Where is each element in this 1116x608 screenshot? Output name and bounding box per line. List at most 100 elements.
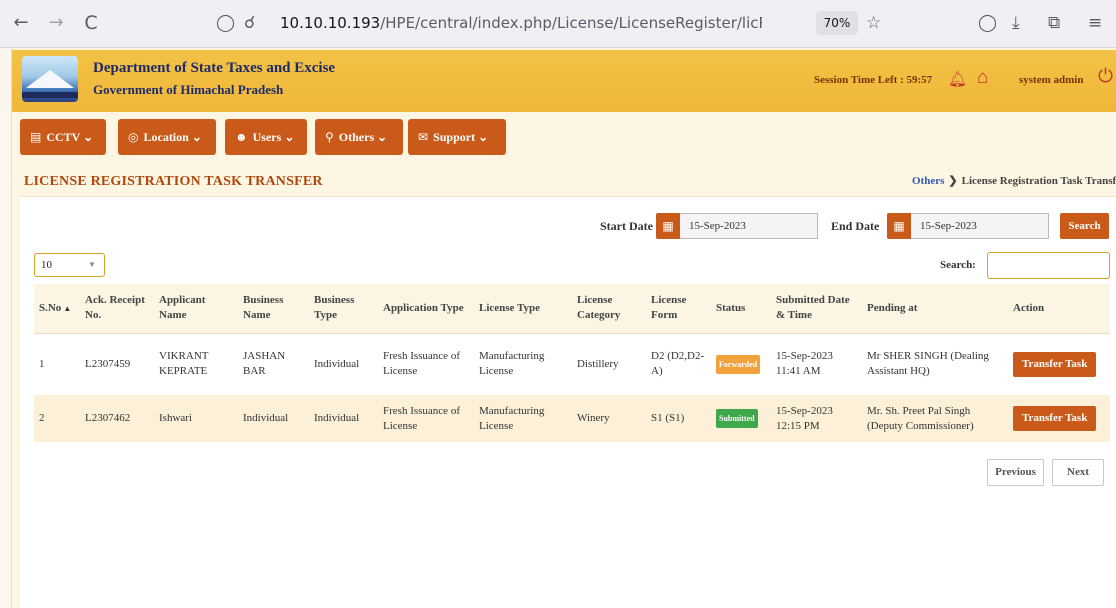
cell-action: Transfer Task [1008,333,1110,395]
table-row: 1 L2307459 VIKRANT KEPRATE JASHAN BAR In… [34,333,1110,395]
next-page-button[interactable]: Next [1052,459,1104,486]
cell-ack: L2307459 [80,333,154,395]
cell-license-category: Distillery [572,333,646,395]
table-search-label: Search: [940,259,976,271]
cell-status: Forwarded [711,333,771,395]
url-text[interactable]: 10.10.10.193/HPE/central/index.php/Licen… [280,14,762,32]
end-calendar-icon[interactable]: ▦ [887,213,911,239]
previous-page-button[interactable]: Previous [987,459,1044,486]
chevron-down-icon: ⌄ [83,130,94,144]
cctv-icon: ▤ [30,130,42,144]
col-status[interactable]: Status [711,284,771,334]
table-search-input[interactable] [987,252,1110,279]
cell-business-name: Individual [238,395,309,442]
address-bar[interactable]: ◯ ☌ 10.10.10.193/HPE/central/index.php/L… [206,8,858,40]
forward-arrow-icon[interactable]: → [45,12,67,34]
cell-pending-at: Mr SHER SINGH (Dealing Assistant HQ) [862,333,1008,395]
end-date-input[interactable]: 15-Sep-2023 [911,213,1049,239]
col-action: Action [1008,284,1110,334]
cell-status: Submitted [711,395,771,442]
extensions-icon[interactable]: ⧉ [1048,12,1060,34]
search-icon: ⚲ [325,130,334,144]
chevron-down-icon: ⌄ [191,130,202,144]
shield-icon[interactable]: ◯ [216,12,235,34]
app-header: Department of State Taxes and Excise Gov… [12,50,1116,112]
breadcrumb-separator-icon: ❯ [948,175,958,187]
menu-label: CCTV [46,130,81,144]
transfer-task-button[interactable]: Transfer Task [1013,406,1097,431]
task-table: S.No ▲ Ack. Receipt No. Applicant Name Bu… [34,284,1110,442]
page-length-value: 10 [41,259,52,271]
start-date-label: Start Date [600,219,653,233]
sort-asc-icon[interactable]: ▲ [63,304,71,313]
bookmark-star-icon[interactable]: ☆ [866,12,881,34]
main-menu: ▤ CCTV ⌄ ◎ Location ⌄ ☻ Users ⌄ ⚲ Others ⌄ ✉… [12,112,1116,162]
department-subtitle: Government of Himachal Pradesh [93,82,284,97]
breadcrumb-current: License Registration Task Transf [961,175,1116,187]
back-arrow-icon[interactable]: ← [10,12,32,34]
col-pending-at[interactable]: Pending at [862,284,1008,334]
col-submitted[interactable]: Submitted Date & Time [771,284,862,334]
caret-down-icon: ▼ [88,260,96,269]
end-date-label: End Date [831,219,880,233]
col-license-category[interactable]: License Category [572,284,646,334]
column-header: S.No [39,301,62,314]
menu-support[interactable]: ✉ Support ⌄ [408,119,506,155]
cell-ack: L2307462 [80,395,154,442]
col-business-type[interactable]: Business Type [309,284,378,334]
menu-label: Others [338,130,375,144]
cell-action: Transfer Task [1008,395,1110,442]
col-sno[interactable]: S.No ▲ [34,284,80,334]
power-icon[interactable]: ⏻ [1098,66,1113,88]
page-length-select[interactable]: 10 ▼ [34,253,105,277]
cell-application-type: Fresh Issuance of License [378,333,474,395]
bell-icon[interactable]: 🔔︎ [948,70,967,89]
user-name[interactable]: system admin [1019,74,1083,86]
menu-hamburger-icon[interactable]: ≡ [1088,12,1102,34]
cell-business-type: Individual [309,395,378,442]
cell-application-type: Fresh Issuance of License [378,395,474,442]
start-date-input[interactable]: 15-Sep-2023 [680,213,818,239]
col-ack[interactable]: Ack. Receipt No. [80,284,154,334]
col-application-type[interactable]: Application Type [378,284,474,334]
cell-sno: 1 [34,333,80,395]
cell-license-form: S1 (S1) [646,395,711,442]
status-badge: Submitted [716,409,758,428]
location-icon: ◎ [128,130,139,144]
support-icon: ✉ [418,130,429,144]
browser-toolbar: ← → C ◯ ☌ 10.10.10.193/HPE/central/index… [0,0,1116,48]
status-badge: Forwarded [716,354,761,374]
page-title: LICENSE REGISTRATION TASK TRANSFER [24,174,323,189]
cell-license-type: Manufacturing License [474,333,572,395]
col-business-name[interactable]: Business Name [238,284,309,334]
menu-users[interactable]: ☻ Users ⌄ [225,119,307,155]
transfer-task-button[interactable]: Transfer Task [1013,351,1097,377]
search-button[interactable]: Search [1060,213,1109,239]
home-icon[interactable]: ⌂ [977,67,988,89]
menu-cctv[interactable]: ▤ CCTV ⌄ [20,119,106,155]
insecure-lock-icon[interactable]: ☌ [244,12,255,34]
menu-others[interactable]: ⚲ Others ⌄ [315,119,403,155]
breadcrumb: Others ❯ License Registration Task Transf [912,174,1116,187]
zoom-level[interactable]: 70% [816,11,858,35]
col-license-type[interactable]: License Type [474,284,572,334]
cell-submitted: 15-Sep-2023 11:41 AM [771,333,862,395]
pocket-icon[interactable]: ◯ [978,12,997,34]
menu-label: Users [252,130,282,144]
start-calendar-icon[interactable]: ▦ [656,213,680,239]
reload-icon[interactable]: C [80,12,102,34]
col-license-form[interactable]: License Form [646,284,711,334]
breadcrumb-others-link[interactable]: Others [912,175,944,187]
col-applicant[interactable]: Applicant Name [154,284,238,334]
menu-location[interactable]: ◎ Location ⌄ [118,119,216,155]
session-timer: Session Time Left : 59:57 [814,74,933,86]
left-sidebar-edge [0,48,12,608]
department-title: Department of State Taxes and Excise [93,60,336,76]
table-row: 2 L2307462 Ishwari Individual Individual… [34,395,1110,442]
cell-applicant: VIKRANT KEPRATE [154,333,238,395]
download-icon[interactable]: ⤓ [1012,12,1020,34]
menu-label: Support [433,130,476,144]
users-icon: ☻ [235,130,248,144]
chevron-down-icon: ⌄ [284,130,295,144]
chevron-down-icon: ⌄ [478,130,489,144]
